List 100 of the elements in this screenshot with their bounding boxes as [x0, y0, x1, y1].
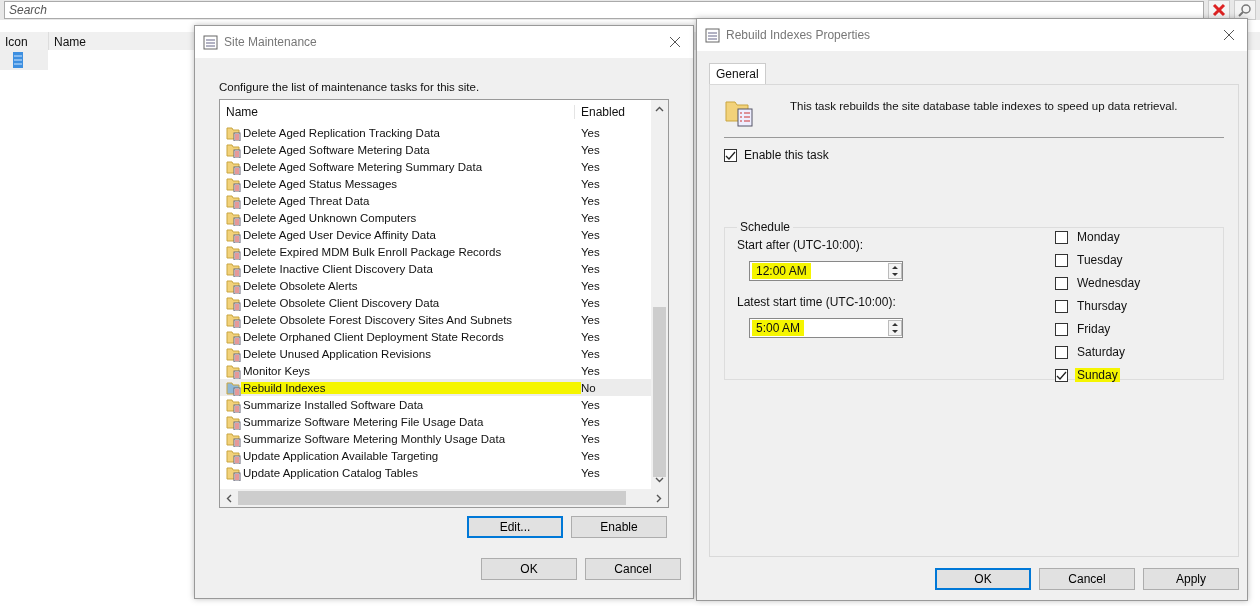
task-row[interactable]: Delete Obsolete Alerts Yes [220, 277, 651, 294]
task-folder-icon [226, 430, 241, 447]
task-name: Delete Inactive Client Discovery Data [242, 262, 434, 275]
task-folder-icon [226, 226, 241, 243]
scroll-up-icon[interactable] [655, 106, 664, 112]
task-name: Summarize Software Metering Monthly Usage Data [242, 432, 507, 445]
task-folder-icon [226, 175, 241, 192]
enabled-value: Yes [581, 466, 600, 479]
checkbox[interactable] [1055, 253, 1068, 267]
enabled-value: Yes [581, 194, 600, 207]
task-row[interactable]: Summarize Installed Software Data Yes [220, 396, 651, 413]
cancel-button[interactable]: Cancel [585, 558, 681, 580]
field-label: Latest start time (UTC-10:00): [737, 295, 897, 309]
spinner-arrows-icon[interactable] [888, 320, 902, 336]
apply-button[interactable]: Apply [1143, 568, 1239, 590]
task-name: Delete Aged Software Metering Data [242, 143, 431, 156]
scroll-right-icon[interactable] [656, 493, 662, 503]
task-row[interactable]: Delete Aged Threat Data Yes [220, 192, 651, 209]
task-folder-icon [226, 413, 241, 430]
task-row[interactable]: Delete Aged Software Metering Data Yes [220, 141, 651, 158]
task-folder-icon [226, 158, 241, 175]
checkbox[interactable] [1055, 322, 1068, 336]
edit-button[interactable]: Edit... [467, 516, 563, 538]
time-field[interactable]: 5:00 AM [749, 318, 903, 338]
scroll-left-icon[interactable] [226, 493, 232, 503]
task-name: Summarize Installed Software Data [242, 398, 425, 411]
ok-button[interactable]: OK [481, 558, 577, 580]
task-row[interactable]: Monitor Keys Yes [220, 362, 651, 379]
close-icon[interactable] [669, 36, 681, 48]
task-name: Delete Aged Software Metering Summary Data [242, 160, 484, 173]
time-field[interactable]: 12:00 AM [749, 261, 903, 281]
search-icon[interactable] [1234, 0, 1256, 20]
close-icon[interactable] [1223, 29, 1235, 41]
checkbox[interactable] [1055, 299, 1068, 313]
search-field[interactable]: Search [4, 1, 1204, 19]
task-name: Delete Aged Threat Data [242, 194, 371, 207]
enabled-value: Yes [581, 245, 600, 258]
task-row[interactable]: Delete Obsolete Client Discovery Data Yes [220, 294, 651, 311]
checkbox-label: Wednesday [1076, 276, 1142, 290]
task-name: Delete Orphaned Client Deployment State Records [242, 330, 505, 343]
task-row[interactable]: Delete Aged Software Metering Summary Data Yes [220, 158, 651, 175]
scroll-down-icon[interactable] [655, 477, 664, 483]
task-folder-icon [226, 192, 241, 209]
group-title: Schedule [739, 220, 792, 234]
enabled-value: Yes [581, 262, 600, 275]
task-row[interactable]: Rebuild Indexes No [220, 379, 651, 396]
task-row[interactable]: Update Application Catalog Tables Yes [220, 464, 651, 481]
task-row[interactable]: Delete Aged Unknown Computers Yes [220, 209, 651, 226]
task-row[interactable]: Delete Unused Application Revisions Yes [220, 345, 651, 362]
enable-button[interactable]: Enable [571, 516, 667, 538]
checkbox[interactable] [1055, 230, 1068, 244]
enabled-value: Yes [581, 143, 600, 156]
task-row[interactable]: Update Application Available Targeting Yes [220, 447, 651, 464]
checkbox-label: Monday [1076, 230, 1121, 244]
task-name: Delete Obsolete Client Discovery Data [242, 296, 441, 309]
task-row[interactable]: Delete Aged Status Messages Yes [220, 175, 651, 192]
task-folder-icon [226, 124, 241, 141]
checkbox-label: Saturday [1076, 345, 1127, 359]
checkbox[interactable] [1055, 345, 1068, 359]
checkbox-label: Tuesday [1076, 253, 1124, 267]
task-name: Delete Obsolete Forest Discovery Sites And Subnets [242, 313, 514, 326]
enabled-value: Yes [581, 415, 600, 428]
task-name: Delete Aged Status Messages [242, 177, 399, 190]
task-name: Delete Aged User Device Affinity Data [242, 228, 437, 241]
dialog-icon [705, 27, 720, 43]
task-row[interactable]: Delete Inactive Client Discovery Data Yes [220, 260, 651, 277]
ok-button[interactable]: OK [935, 568, 1031, 590]
checkbox-label: Thursday [1076, 299, 1129, 313]
task-row[interactable]: Delete Aged User Device Affinity Data Yes [220, 226, 651, 243]
task-row[interactable]: Delete Orphaned Client Deployment State Records Yes [220, 328, 651, 345]
task-row[interactable]: Delete Obsolete Forest Discovery Sites And Subnets Yes [220, 311, 651, 328]
task-row[interactable]: Delete Expired MDM Bulk Enroll Package Records Yes [220, 243, 651, 260]
horizontal-scrollbar[interactable] [220, 489, 668, 507]
spinner-arrows-icon[interactable] [888, 263, 902, 279]
tab[interactable]: General [709, 63, 766, 84]
enabled-value: No [581, 381, 596, 394]
task-row[interactable]: Summarize Software Metering Monthly Usage Data Yes [220, 430, 651, 447]
task-name: Delete Expired MDM Bulk Enroll Package Records [242, 245, 503, 258]
task-name: Delete Aged Unknown Computers [242, 211, 418, 224]
task-folder-icon [226, 260, 241, 277]
task-row[interactable]: Summarize Software Metering File Usage Data Yes [220, 413, 651, 430]
dialog-icon [203, 34, 218, 50]
task-folder-icon [226, 362, 241, 379]
task-name: Delete Unused Application Revisions [242, 347, 432, 360]
checkbox[interactable] [724, 148, 737, 162]
task-row[interactable]: Delete Aged Replication Tracking Data Yes [220, 124, 651, 141]
task-folder-icon [226, 277, 241, 294]
task-folder-icon [226, 379, 241, 396]
cancel-button[interactable]: Cancel [1039, 568, 1135, 590]
checkbox[interactable] [1055, 276, 1068, 290]
column-header[interactable]: Name [220, 105, 575, 119]
task-folder-icon [226, 396, 241, 413]
enabled-value: Yes [581, 432, 600, 445]
column-header[interactable]: Enabled [575, 105, 626, 119]
task-folder-icon [226, 328, 241, 345]
vertical-scrollbar[interactable] [651, 100, 668, 489]
field-label: Start after (UTC-10:00): [737, 238, 865, 252]
task-folder-icon [226, 447, 241, 464]
checkbox[interactable] [1055, 368, 1068, 382]
checkbox-label: Friday [1076, 322, 1112, 336]
